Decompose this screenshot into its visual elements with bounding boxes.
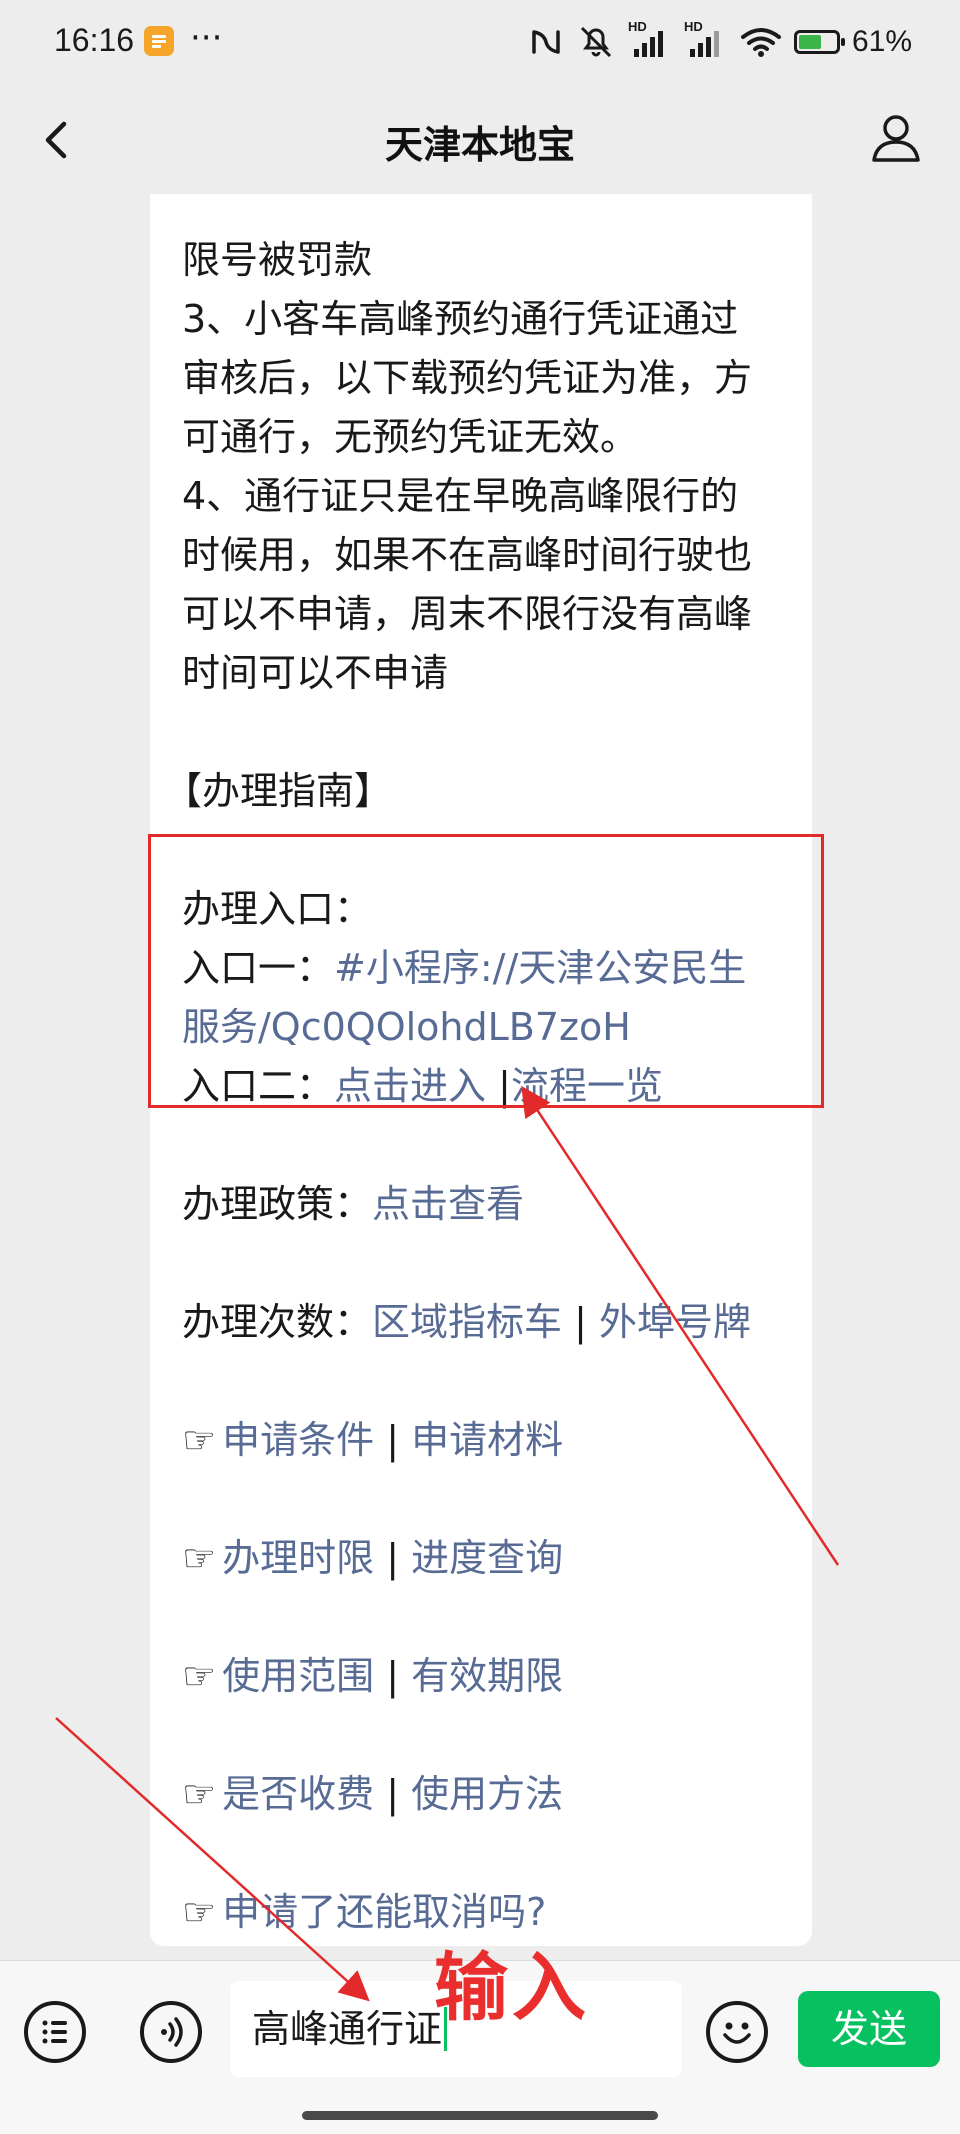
voice-button[interactable] <box>140 2001 202 2063</box>
separator: | <box>386 1772 399 1816</box>
separator: | <box>386 1536 399 1580</box>
mute-icon <box>580 26 612 58</box>
profile-button[interactable] <box>866 108 926 168</box>
link-row: ☞ 是否收费 | 使用方法 <box>182 1765 794 1824</box>
emoji-button[interactable] <box>706 2001 768 2063</box>
pointing-hand-icon: ☞ <box>182 1654 217 1698</box>
battery-text: 61% <box>851 25 912 58</box>
view-policy-link[interactable]: 点击查看 <box>372 1182 524 1226</box>
pointing-hand-icon: ☞ <box>182 1772 217 1816</box>
signal-icon <box>689 31 719 57</box>
regional-quota-link[interactable]: 区域指标车 <box>372 1300 562 1344</box>
text-line: 时间可以不申请 <box>182 651 449 695</box>
status-bar: 16:16 ··· HD HD 61% <box>0 0 960 84</box>
list-icon <box>42 2020 67 2044</box>
battery-icon <box>793 30 845 54</box>
usage-scope-link[interactable]: 使用范围 <box>222 1654 374 1698</box>
link-row: ☞ 申请条件 | 申请材料 <box>182 1411 794 1470</box>
voice-icon <box>161 2017 183 2047</box>
section-title: 【办理指南】 <box>164 769 393 813</box>
policy-label: 办理政策： <box>182 1182 373 1226</box>
cut-off-line: ​ <box>182 194 794 231</box>
signal-icon <box>633 31 663 57</box>
text-line: 可通行，无预约凭证无效。 <box>182 415 639 459</box>
emoji-icon <box>723 2022 751 2044</box>
pointing-hand-icon: ☞ <box>182 1418 217 1462</box>
apply-materials-link[interactable]: 申请材料 <box>411 1418 563 1462</box>
pointing-hand-icon: ☞ <box>182 1890 217 1934</box>
link-row: ☞ 办理时限 | 进度查询 <box>182 1529 794 1588</box>
home-indicator[interactable] <box>302 2111 658 2120</box>
page-title: 天津本地宝 <box>384 123 575 167</box>
usage-method-link[interactable]: 使用方法 <box>411 1772 563 1816</box>
annotation-input-label: 输入 <box>434 1945 590 2031</box>
text-line: 时候用，如果不在高峰时间行驶也 <box>182 533 753 577</box>
separator: | <box>386 1654 399 1698</box>
text-line: 审核后，以下载预约凭证为准，方 <box>182 356 753 400</box>
text-line: 可以不申请，周末不限行没有高峰 <box>182 592 753 636</box>
text-line: 3、小客车高峰预约通行凭证通过 <box>182 297 739 341</box>
status-time: 16:16 <box>54 22 135 58</box>
user-icon <box>872 115 920 162</box>
message-input-value: 高峰通行证 <box>252 2007 443 2051</box>
separator: | <box>574 1300 587 1344</box>
notification-app-icon <box>144 26 174 56</box>
battery-level <box>798 35 821 49</box>
more-notifications-icon: ··· <box>190 18 223 58</box>
highlight-box-annotation <box>148 834 824 1108</box>
validity-period-link[interactable]: 有效期限 <box>411 1654 563 1698</box>
out-of-town-plate-link[interactable]: 外埠号牌 <box>599 1300 751 1344</box>
count-label: 办理次数： <box>182 1300 373 1344</box>
menu-button[interactable] <box>24 2001 86 2063</box>
text-line: 限号被罚款 <box>182 238 373 282</box>
signal-group-2: HD <box>684 19 728 59</box>
fee-link[interactable]: 是否收费 <box>222 1772 374 1816</box>
separator: | <box>386 1418 399 1462</box>
pointing-hand-icon: ☞ <box>182 1536 217 1580</box>
text-line: 4、通行证只是在早晚高峰限行的 <box>182 474 739 518</box>
send-button[interactable]: 发送 <box>798 1991 940 2067</box>
status-icons: HD HD 61% <box>528 19 912 64</box>
apply-conditions-link[interactable]: 申请条件 <box>222 1418 374 1462</box>
link-row: ☞ 使用范围 | 有效期限 <box>182 1647 794 1706</box>
wifi-icon <box>740 28 781 57</box>
chat-header: 天津本地宝 <box>0 84 960 194</box>
nfc-icon <box>532 30 560 54</box>
signal-group-1: HD <box>628 19 672 59</box>
progress-query-link[interactable]: 进度查询 <box>411 1536 563 1580</box>
policy-row: 办理政策：点击查看 <box>182 1175 794 1234</box>
processing-time-link[interactable]: 办理时限 <box>222 1536 374 1580</box>
count-row: 办理次数：区域指标车 | 外埠号牌 <box>182 1293 794 1352</box>
